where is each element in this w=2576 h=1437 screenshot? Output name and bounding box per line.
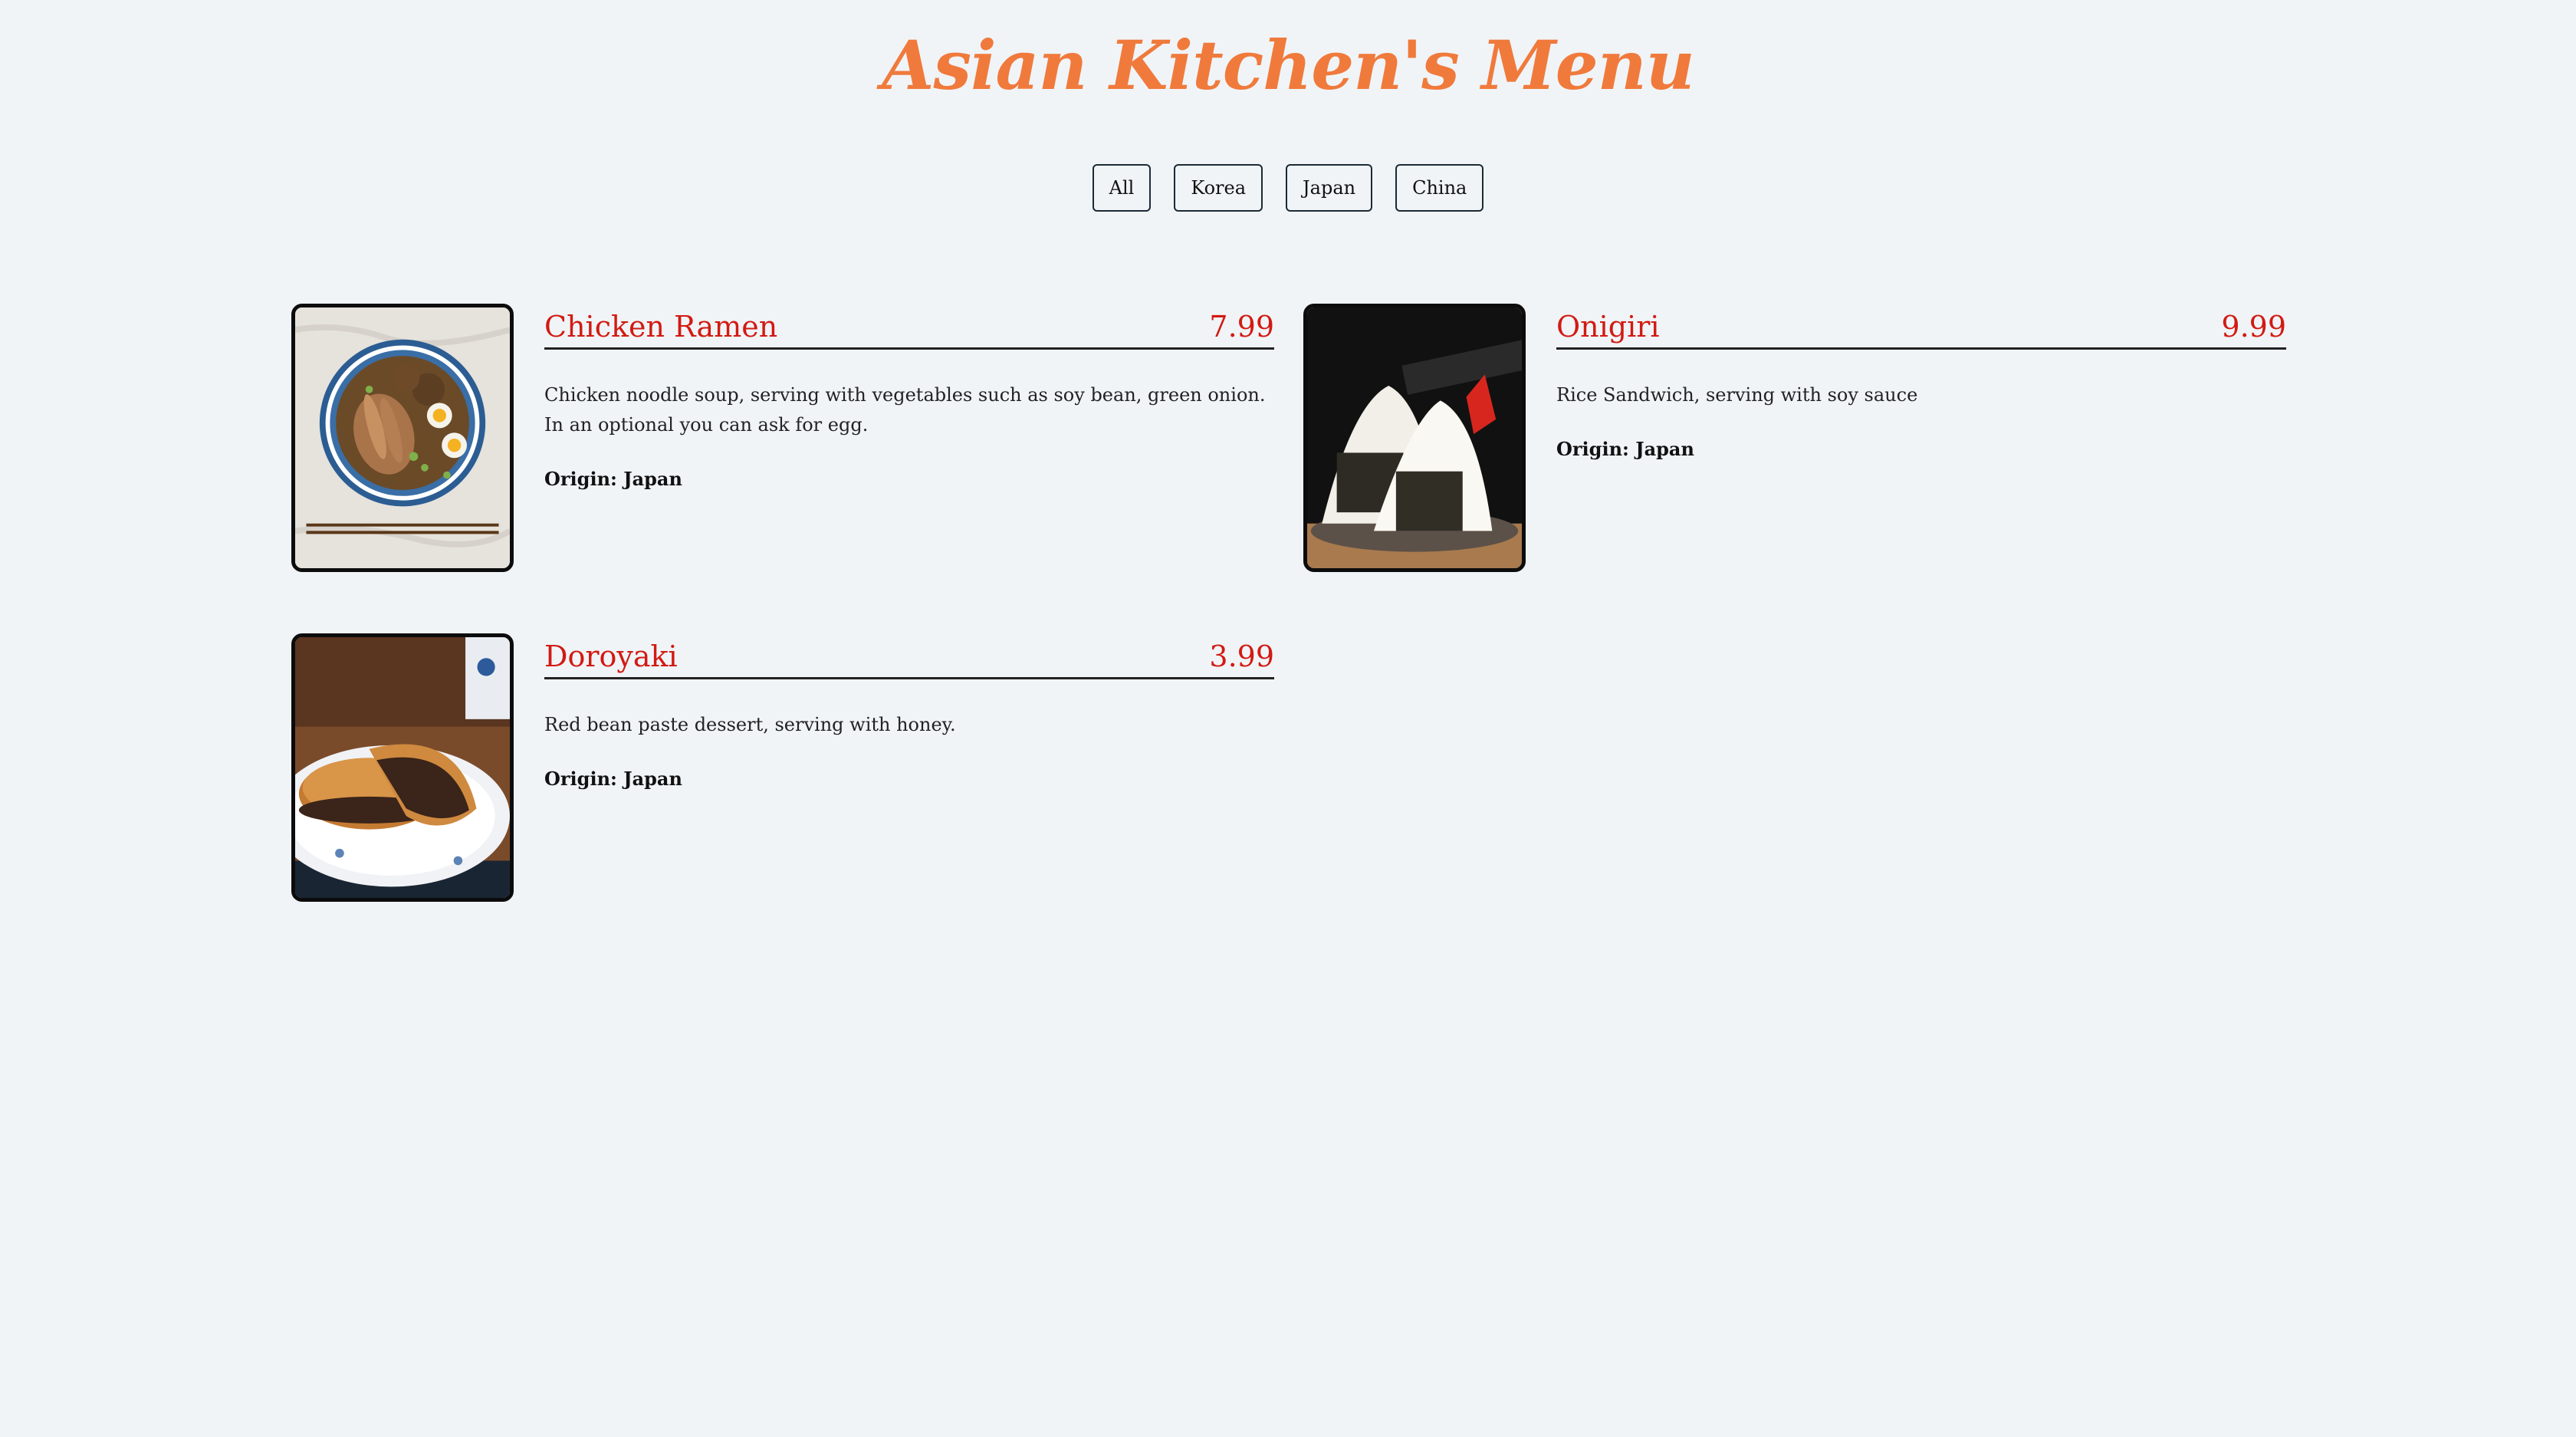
item-info: Onigiri 9.99 Rice Sandwich, serving with… xyxy=(1556,304,2286,460)
item-description: Chicken noodle soup, serving with vegeta… xyxy=(544,384,1266,436)
filter-bar: All Korea Japan China xyxy=(0,164,2576,212)
item-price: 7.99 xyxy=(1209,310,1274,344)
item-origin: Origin: Japan xyxy=(1556,438,1694,460)
item-price: 9.99 xyxy=(2221,310,2286,344)
item-origin: Origin: Japan xyxy=(544,468,682,490)
doroyaki-photo xyxy=(291,633,514,902)
item-name: Onigiri xyxy=(1556,310,1660,344)
chicken-ramen-photo xyxy=(291,304,514,572)
item-description: Red bean paste dessert, serving with hon… xyxy=(544,714,956,735)
filter-china-button[interactable]: China xyxy=(1395,164,1484,212)
item-origin: Origin: Japan xyxy=(544,768,682,790)
filter-all-button[interactable]: All xyxy=(1092,164,1152,212)
page-title: Asian Kitchen's Menu xyxy=(882,25,1694,105)
item-name: Chicken Ramen xyxy=(544,310,778,344)
item-header: Chicken Ramen 7.99 xyxy=(544,304,1274,350)
menu-item: Chicken Ramen 7.99 Chicken noodle soup, … xyxy=(291,304,1274,574)
menu-item: Doroyaki 3.99 Red bean paste dessert, se… xyxy=(291,633,1274,903)
menu-item: Onigiri 9.99 Rice Sandwich, serving with… xyxy=(1303,304,2286,574)
item-description: Rice Sandwich, serving with soy sauce xyxy=(1556,384,1918,406)
item-header: Onigiri 9.99 xyxy=(1556,304,2286,350)
item-name: Doroyaki xyxy=(544,640,678,673)
item-info: Chicken Ramen 7.99 Chicken noodle soup, … xyxy=(544,304,1274,490)
onigiri-photo xyxy=(1303,304,1526,572)
item-info: Doroyaki 3.99 Red bean paste dessert, se… xyxy=(544,633,1274,790)
filter-japan-button[interactable]: Japan xyxy=(1286,164,1373,212)
filter-korea-button[interactable]: Korea xyxy=(1174,164,1263,212)
item-price: 3.99 xyxy=(1209,640,1274,673)
item-header: Doroyaki 3.99 xyxy=(544,633,1274,679)
